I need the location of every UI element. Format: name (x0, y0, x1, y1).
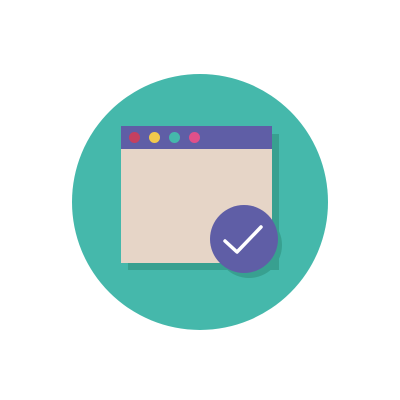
illustration (0, 0, 400, 400)
maximize-dot (169, 132, 180, 143)
window-titlebar (121, 126, 272, 149)
checkmark-icon (223, 225, 263, 254)
extra-dot (189, 132, 200, 143)
minimize-dot (149, 132, 160, 143)
close-dot (129, 132, 140, 143)
checkmark-badge-icon (210, 205, 278, 273)
